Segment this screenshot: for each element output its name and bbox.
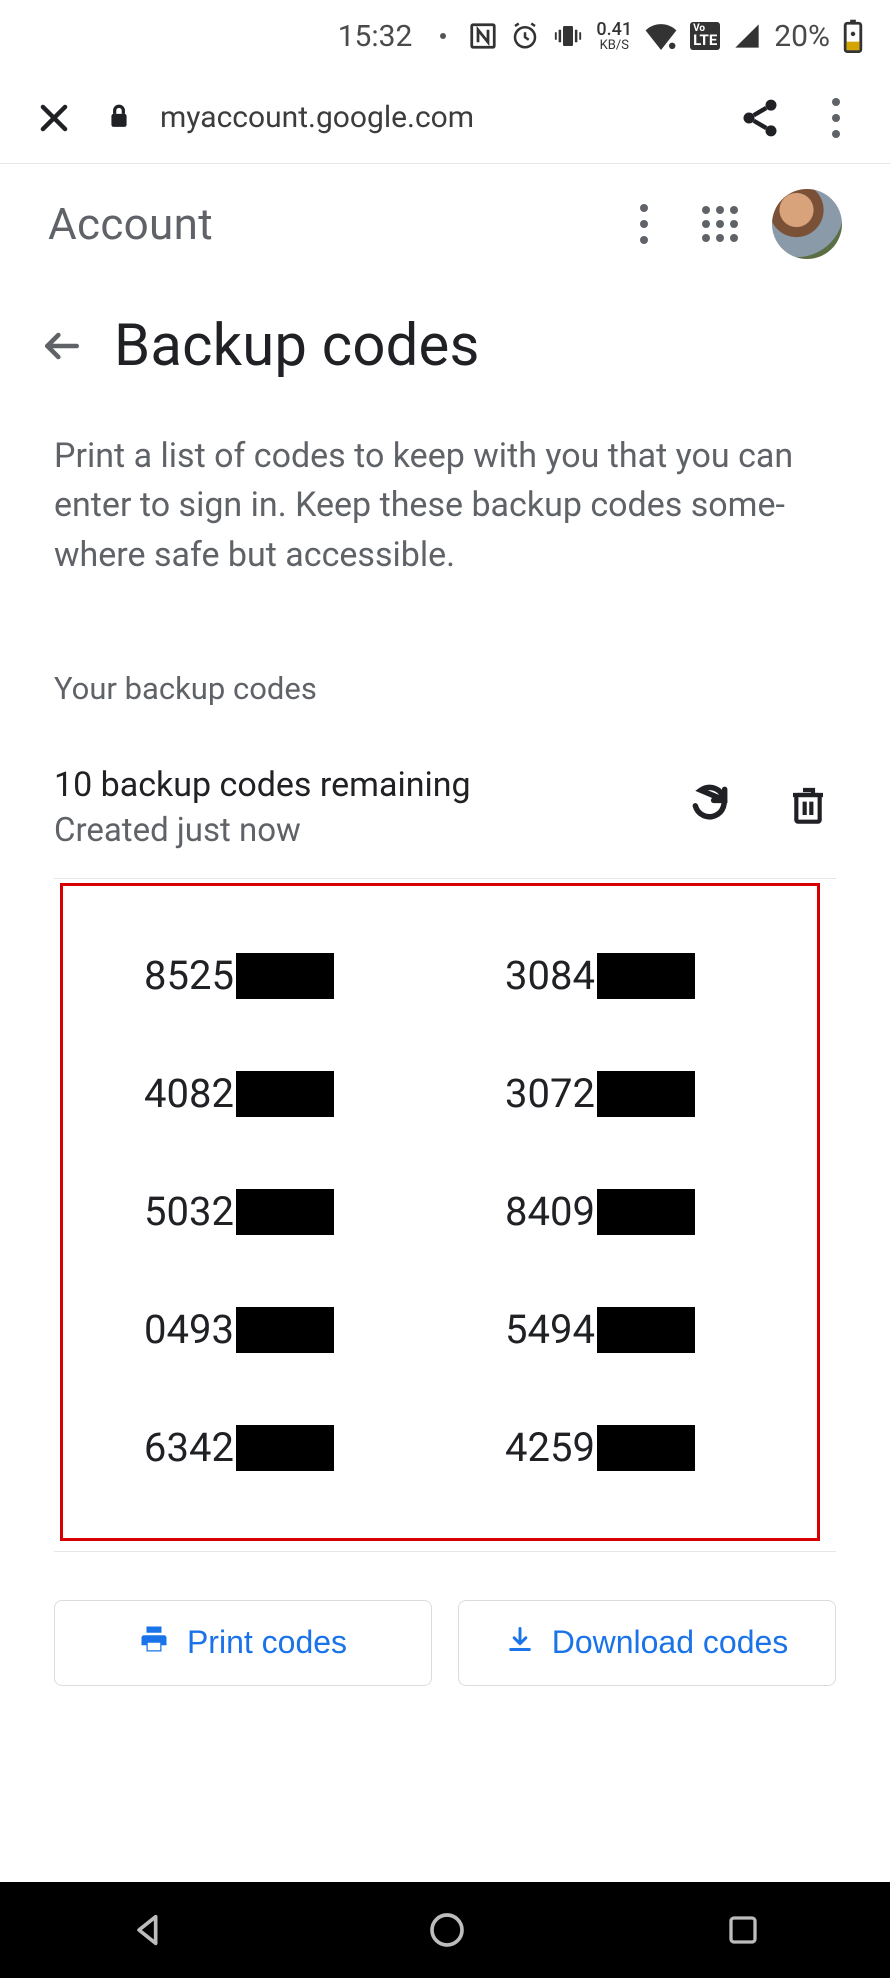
avatar[interactable] [772,189,842,259]
signal-icon [732,22,762,50]
backup-code: 3072 [445,1035,806,1153]
redaction [597,953,695,999]
section-label: Your backup codes [0,580,890,707]
wifi-icon [644,22,678,50]
backup-code: 0493 [84,1271,445,1389]
actions-row: Print codes Download codes [0,1552,890,1686]
redaction [597,1071,695,1117]
codes-remaining: 10 backup codes remaining [54,765,688,805]
vibrate-icon [552,21,584,51]
backup-code: 5032 [84,1153,445,1271]
nav-back-button[interactable] [129,1910,169,1950]
browser-menu-button[interactable] [812,94,860,142]
page-title-row: Backup codes [0,284,890,388]
redaction [597,1307,695,1353]
redaction [597,1425,695,1471]
status-time: 15:32 [338,19,413,54]
network-speed-indicator: 0.41 KB/S [596,21,632,52]
apps-grid-button[interactable] [696,200,744,248]
redaction [236,1307,334,1353]
backup-code: 4082 [84,1035,445,1153]
account-title: Account [48,198,592,250]
backup-code: 6342 [84,1389,445,1507]
battery-percent: 20% [774,19,830,54]
backup-code: 8409 [445,1153,806,1271]
redaction [236,953,334,999]
account-header: Account [0,164,890,284]
backup-code: 3084 [445,917,806,1035]
nfc-icon [468,21,498,51]
print-codes-button[interactable]: Print codes [54,1600,432,1686]
refresh-button[interactable] [688,782,732,832]
system-nav-bar [0,1882,890,1978]
print-codes-label: Print codes [187,1624,347,1661]
account-menu-button[interactable] [620,200,668,248]
download-codes-label: Download codes [552,1624,789,1661]
page-title: Backup codes [114,312,480,380]
download-codes-button[interactable]: Download codes [458,1600,836,1686]
url-text[interactable]: myaccount.google.com [160,100,708,135]
codes-created: Created just now [54,811,688,850]
delete-button[interactable] [788,782,828,832]
browser-bar: myaccount.google.com [0,72,890,164]
lock-icon [106,100,132,136]
share-button[interactable] [736,94,784,142]
backup-code: 8525 [84,917,445,1035]
status-separator-dot [440,33,446,39]
download-icon [506,1624,534,1661]
nav-recent-button[interactable] [725,1912,761,1948]
print-icon [139,1624,169,1662]
redaction [236,1425,334,1471]
codes-status-row: 10 backup codes remaining Created just n… [0,707,890,878]
redaction [597,1189,695,1235]
codes-container: 8525 3084 4082 3072 5032 8409 0493 5494 … [54,878,836,1552]
nav-home-button[interactable] [427,1910,467,1950]
close-button[interactable] [30,94,78,142]
backup-code: 4259 [445,1389,806,1507]
status-bar: 15:32 0.41 KB/S Vo LTE 20% [0,0,890,72]
backup-code: 5494 [445,1271,806,1389]
redaction [236,1071,334,1117]
back-button[interactable] [38,322,86,370]
page-description: Print a list of codes to keep with you t… [0,388,890,580]
redaction [236,1189,334,1235]
battery-icon [842,19,864,53]
volte-badge: Vo LTE [690,22,720,50]
alarm-icon [510,21,540,51]
